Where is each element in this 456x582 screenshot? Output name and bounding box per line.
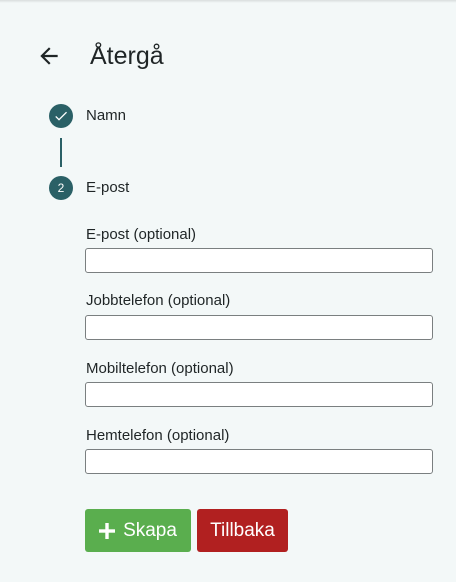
page-header: Återgå bbox=[0, 36, 456, 76]
page-title: Återgå bbox=[90, 42, 164, 70]
home-phone-field[interactable] bbox=[85, 449, 433, 474]
step-connector bbox=[60, 138, 62, 167]
mobile-phone-field[interactable] bbox=[85, 382, 433, 407]
create-button[interactable]: Skapa bbox=[85, 509, 191, 552]
step-completed-badge bbox=[49, 104, 73, 128]
back-button-label: Tillbaka bbox=[210, 519, 275, 541]
check-icon bbox=[55, 111, 67, 121]
back-button[interactable]: Tillbaka bbox=[197, 509, 288, 552]
home-phone-field-label: Hemtelefon (optional) bbox=[86, 427, 230, 444]
mobile-phone-field-label: Mobiltelefon (optional) bbox=[86, 360, 234, 377]
step-label: E-post bbox=[86, 179, 130, 196]
email-field-label: E-post (optional) bbox=[86, 226, 197, 243]
step-number-badge: 2 bbox=[49, 176, 73, 200]
plus-icon bbox=[99, 522, 116, 539]
arrow-left-icon[interactable] bbox=[36, 43, 62, 69]
email-field[interactable] bbox=[85, 248, 433, 273]
app-bar-shadow bbox=[0, 0, 456, 3]
work-phone-field-label: Jobbtelefon (optional) bbox=[86, 292, 231, 309]
work-phone-field[interactable] bbox=[85, 315, 433, 340]
create-button-label: Skapa bbox=[123, 519, 177, 541]
step-label: Namn bbox=[86, 107, 127, 124]
